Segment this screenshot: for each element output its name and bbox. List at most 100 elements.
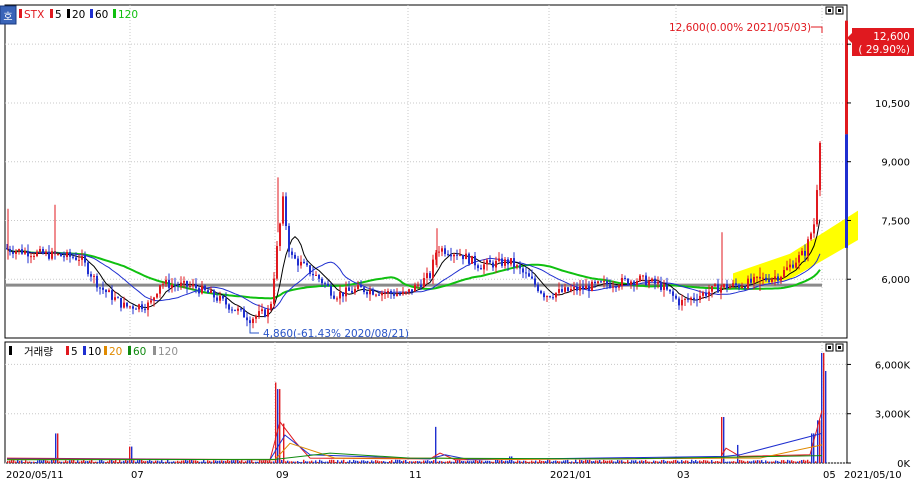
volume-bar	[381, 461, 383, 463]
volume-bar	[421, 461, 423, 463]
volume-bar	[789, 460, 791, 463]
candle-body	[804, 250, 806, 256]
volume-bar	[367, 460, 369, 463]
candle-body	[468, 253, 470, 264]
candle-body	[369, 290, 371, 295]
volume-bar	[773, 461, 775, 463]
volume-bar	[287, 460, 289, 463]
volume-bar	[553, 460, 555, 463]
candle-body	[285, 196, 287, 226]
volume-bar	[29, 461, 31, 463]
candle-body	[48, 251, 50, 259]
candle-body	[510, 258, 512, 265]
candle-body	[600, 281, 602, 283]
candle-body	[360, 285, 362, 288]
candle-body	[519, 265, 521, 269]
volume-bar	[467, 460, 469, 463]
candle-body	[117, 297, 119, 299]
volume-bar	[335, 461, 337, 463]
volume-bar	[749, 461, 751, 463]
volume-bar	[675, 460, 677, 463]
candle-body	[771, 278, 773, 282]
candle-body	[624, 277, 626, 279]
candle-body	[246, 317, 248, 321]
volume-bar	[647, 461, 649, 463]
volume-bar	[167, 459, 169, 463]
volume-bar	[645, 459, 647, 463]
candle-body	[390, 291, 392, 294]
volume-bar	[11, 460, 13, 463]
volume-bar	[7, 460, 9, 463]
candle-body	[447, 253, 449, 255]
candle-body	[741, 287, 743, 289]
candle-body	[618, 286, 620, 288]
volume-bar	[427, 460, 429, 463]
volume-bar	[135, 461, 137, 463]
candle-body	[408, 289, 410, 292]
candle-body	[348, 287, 350, 291]
volume-bar	[697, 461, 699, 463]
candle-body	[213, 290, 215, 298]
volume-bar	[207, 460, 209, 463]
candle-body	[615, 286, 617, 288]
candle-body	[339, 292, 341, 299]
volume-bar	[397, 459, 399, 463]
volume-bar	[89, 460, 91, 463]
candle-body	[543, 293, 545, 298]
candle-body	[324, 283, 326, 285]
candle-body	[42, 249, 44, 254]
candle-body	[744, 287, 746, 289]
volume-bar	[281, 460, 283, 463]
candle-body	[582, 286, 584, 290]
candle-body	[384, 292, 386, 294]
candle-body	[123, 302, 125, 308]
candle-body	[249, 320, 251, 324]
candle-body	[291, 251, 293, 255]
candle-body	[603, 281, 605, 283]
volume-bar	[115, 459, 117, 463]
volume-bar	[363, 460, 365, 463]
candle-body	[393, 293, 395, 296]
volume-bar	[549, 460, 551, 463]
candle-body	[51, 251, 53, 259]
candle-body	[537, 284, 539, 292]
volume-bar	[613, 461, 615, 463]
volume-bar	[479, 460, 481, 463]
candle-body	[702, 292, 704, 296]
candle-body	[261, 309, 263, 312]
volume-bar	[347, 461, 349, 463]
volume-bar	[405, 459, 407, 463]
price-legend: STX 5 20 60 120	[19, 9, 138, 21]
candle-body	[669, 289, 671, 292]
candle-body	[465, 253, 467, 260]
candle-body	[723, 284, 725, 288]
candle-body	[282, 196, 284, 224]
volume-bar	[53, 459, 55, 463]
volume-bar	[273, 461, 275, 463]
legend-vol120: 120	[158, 346, 178, 358]
volume-bar	[577, 461, 579, 463]
volume-bar	[575, 459, 577, 463]
candle-body	[654, 278, 656, 284]
volume-bar	[127, 460, 129, 463]
volume-bar	[123, 460, 125, 463]
candle-body	[78, 259, 80, 261]
candle-body	[12, 251, 14, 254]
volume-bar	[483, 461, 485, 463]
candle-body	[711, 285, 713, 292]
candle-body	[783, 270, 785, 277]
x-tick-label: 03	[677, 470, 690, 481]
volume-bar	[295, 461, 297, 463]
volume-bar	[355, 460, 357, 463]
candle-body	[18, 249, 20, 252]
volume-bar	[759, 460, 761, 463]
legend-ma120: 120	[118, 9, 138, 21]
candle-body	[690, 297, 692, 300]
volume-bar	[137, 460, 139, 463]
candle-body	[684, 298, 686, 300]
low-annotation: 4,860(-61.43% 2020/08/21)	[263, 328, 409, 340]
volume-bar	[551, 461, 553, 463]
volume-bar	[327, 461, 329, 463]
volume-bar	[217, 460, 219, 463]
candle-body	[189, 285, 191, 287]
